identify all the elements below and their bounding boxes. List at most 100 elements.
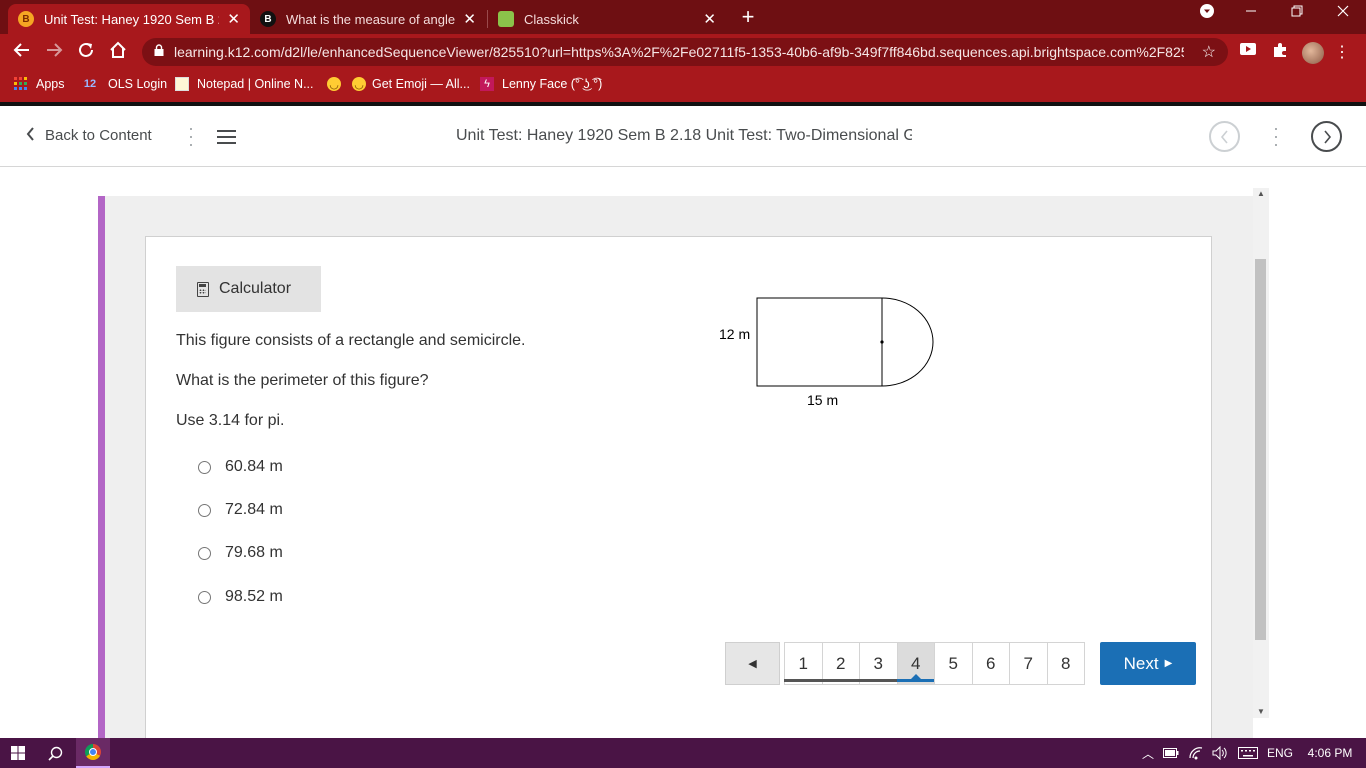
minimize-icon[interactable] <box>1236 4 1266 20</box>
previous-question-button[interactable]: ◀ <box>725 642 780 685</box>
forward-arrow-icon[interactable] <box>43 41 65 63</box>
chevron-left-icon <box>26 127 35 144</box>
tab-unit-test[interactable]: B Unit Test: Haney 1920 Sem B 2.18 ✕ <box>8 4 250 34</box>
back-arrow-icon[interactable] <box>11 41 33 63</box>
lock-icon <box>154 44 164 56</box>
address-bar[interactable]: learning.k12.com/d2l/le/enhancedSequence… <box>142 38 1228 66</box>
table-of-contents-menu-icon[interactable] <box>217 130 236 148</box>
next-topic-button[interactable] <box>1311 121 1342 152</box>
scrollbar-thumb[interactable] <box>1255 259 1266 640</box>
question-hint: Use 3.14 for pi. <box>176 412 285 429</box>
calculator-button[interactable]: Calculator <box>176 266 321 312</box>
browser-toolbar: learning.k12.com/d2l/le/enhancedSequence… <box>0 34 1366 70</box>
bookmark-lenny-face[interactable]: ϟ Lenny Face (͡° ͜ʖ ͡°) <box>480 77 602 91</box>
radio-button[interactable] <box>198 503 211 517</box>
lms-navbar: Back to Content · · · Unit Test: Haney 192… <box>0 106 1366 167</box>
new-tab-button[interactable]: + <box>737 6 759 28</box>
radio-button[interactable] <box>198 590 211 604</box>
extensions-puzzle-icon[interactable] <box>1270 42 1290 62</box>
notepad-icon <box>175 77 189 91</box>
keyboard-icon[interactable] <box>1236 738 1260 768</box>
battery-icon[interactable] <box>1162 738 1180 768</box>
windows-taskbar: ︿ ENG 4:06 PM <box>0 738 1366 768</box>
calculator-icon <box>197 281 209 297</box>
brightspace-favicon-icon: B <box>18 11 34 27</box>
bookmark-get-emoji[interactable]: ◡ Get Emoji — All... <box>352 77 470 91</box>
accent-bar <box>98 196 105 738</box>
scrollbar[interactable]: ▲ ▼ <box>1253 188 1269 718</box>
bookmark-ols-login[interactable]: 12 OLS Login <box>80 77 167 91</box>
apps-grid-icon <box>14 77 28 91</box>
figure-center-dot <box>880 340 884 344</box>
page-button-3[interactable]: 3 <box>859 642 898 685</box>
vertical-divider-dots: · · · <box>1273 118 1279 154</box>
page-button-7[interactable]: 7 <box>1009 642 1048 685</box>
vertical-divider-dots: · · · <box>188 118 194 154</box>
bookmarks-bar: Apps 12 OLS Login Notepad | Online N... … <box>0 70 1366 102</box>
tab-brainly-question[interactable]: B What is the measure of angle x? | ✕ <box>250 4 486 34</box>
lenny-icon: ϟ <box>480 77 494 91</box>
scroll-up-icon[interactable]: ▲ <box>1253 188 1269 200</box>
page-button-1[interactable]: 1 <box>784 642 823 685</box>
current-page-indicator <box>910 674 921 679</box>
windows-start-icon[interactable] <box>0 738 36 768</box>
clock[interactable]: 4:06 PM <box>1300 738 1360 768</box>
wifi-icon[interactable] <box>1186 738 1206 768</box>
browser-tab-bar: B Unit Test: Haney 1920 Sem B 2.18 ✕ B W… <box>0 0 1366 34</box>
rectangle-semicircle-figure: 12 m 15 m <box>719 297 934 408</box>
question-prompt: What is the perimeter of this figure? <box>176 372 429 389</box>
answer-option[interactable]: 79.68 m <box>198 544 283 562</box>
close-tab-icon[interactable]: ✕ <box>227 10 240 28</box>
chrome-taskbar-button[interactable] <box>76 738 110 768</box>
next-button[interactable]: Next ▶ <box>1100 642 1196 685</box>
radio-button[interactable] <box>198 546 211 560</box>
bookmark-apps[interactable]: Apps <box>14 77 65 91</box>
question-text: This figure consists of a rectangle and … <box>176 332 526 349</box>
figure-rectangle <box>756 297 883 387</box>
answer-option[interactable]: 72.84 m <box>198 501 283 519</box>
restore-icon[interactable] <box>1282 4 1312 20</box>
home-icon[interactable] <box>107 41 129 63</box>
media-extension-icon[interactable] <box>1238 42 1258 62</box>
page-button-6[interactable]: 6 <box>971 642 1010 685</box>
show-hidden-icons-icon[interactable]: ︿ <box>1140 738 1156 768</box>
bookmark-notepad[interactable]: Notepad | Online N... <box>175 77 314 91</box>
tab-search-icon[interactable] <box>1192 4 1222 21</box>
volume-icon[interactable] <box>1210 738 1230 768</box>
page-button-8[interactable]: 8 <box>1046 642 1085 685</box>
answer-option[interactable]: 60.84 m <box>198 458 283 476</box>
bookmark-emoji-face[interactable]: ◡ <box>327 77 349 91</box>
tab-title: Classkick <box>524 11 579 27</box>
caret-left-icon: ◀ <box>748 658 757 670</box>
radio-button[interactable] <box>198 460 211 474</box>
tab-classkick[interactable]: Classkick ✕ <box>488 4 726 34</box>
reload-icon[interactable] <box>75 41 97 63</box>
answer-option[interactable]: 98.52 m <box>198 588 283 606</box>
brainly-favicon-icon: B <box>260 11 276 27</box>
width-label: 15 m <box>807 392 838 408</box>
emoji-face-icon: ◡ <box>327 77 341 91</box>
figure-semicircle <box>881 297 934 387</box>
back-to-content-link[interactable]: Back to Content <box>26 127 152 144</box>
browser-menu-icon[interactable]: ⋮ <box>1334 42 1350 62</box>
content-area: ▲ ▼ Calculator This figure consists of a… <box>0 167 1366 738</box>
classkick-favicon-icon <box>498 11 514 27</box>
k12-icon: 12 <box>83 78 97 90</box>
close-tab-icon[interactable]: ✕ <box>703 10 716 28</box>
url-text: learning.k12.com/d2l/le/enhancedSequence… <box>174 44 1184 60</box>
scroll-down-icon[interactable]: ▼ <box>1253 706 1269 718</box>
search-icon[interactable] <box>38 738 72 768</box>
height-label: 12 m <box>719 326 750 342</box>
page-button-2[interactable]: 2 <box>821 642 860 685</box>
bookmark-star-icon[interactable]: ☆ <box>1202 42 1216 62</box>
language-indicator[interactable]: ENG <box>1264 738 1296 768</box>
page-button-5[interactable]: 5 <box>934 642 973 685</box>
previous-topic-button[interactable] <box>1209 121 1240 152</box>
page-title: Unit Test: Haney 1920 Sem B 2.18 Unit Te… <box>456 127 912 144</box>
close-tab-icon[interactable]: ✕ <box>463 10 476 28</box>
profile-avatar[interactable] <box>1302 42 1324 64</box>
page-button-4[interactable]: 4 <box>896 642 935 685</box>
tab-title: Unit Test: Haney 1920 Sem B 2.18 <box>44 11 219 27</box>
close-window-icon[interactable] <box>1328 4 1358 20</box>
caret-right-icon: ▶ <box>1164 658 1173 669</box>
